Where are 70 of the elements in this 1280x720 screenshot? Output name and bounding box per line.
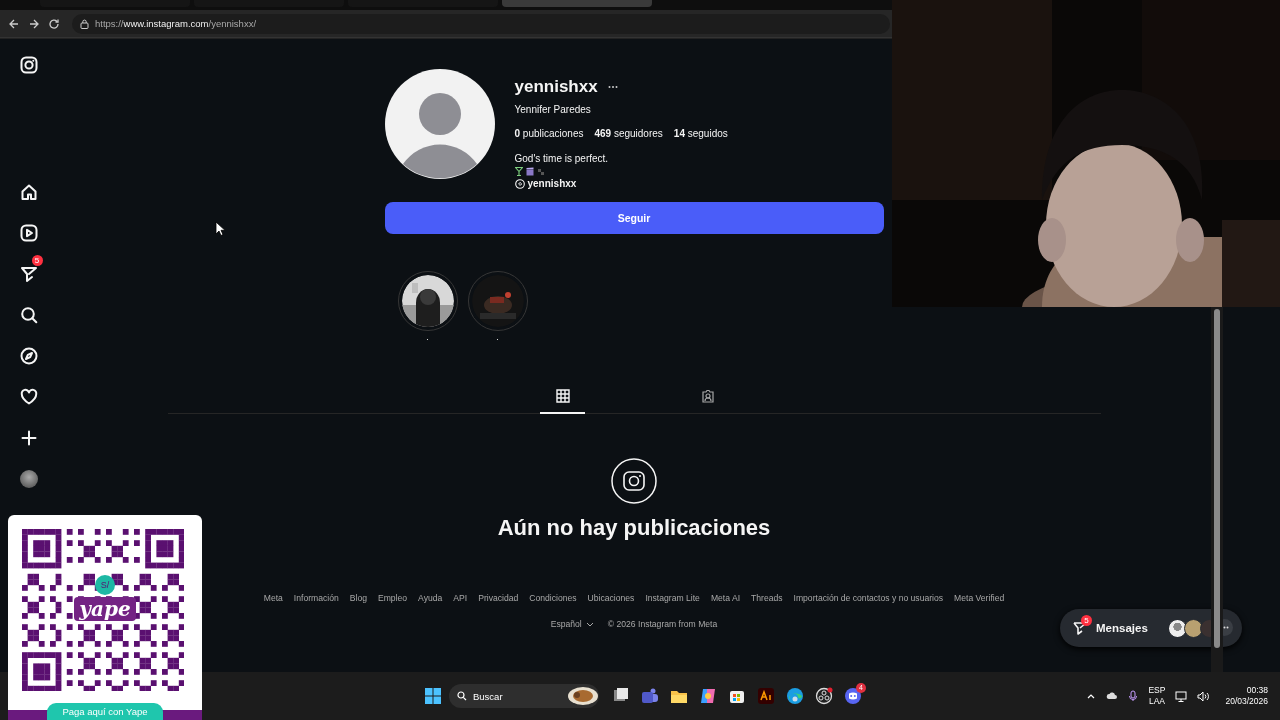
footer-link[interactable]: Ubicaciones [587,593,635,603]
payment-caption: Paga aquí con Yape [47,703,163,720]
search-icon [457,691,467,701]
grid-icon [555,389,570,403]
instagram-logo-icon[interactable] [19,56,38,74]
home-icon[interactable] [19,182,38,201]
profile-stat[interactable]: 0 publicaciones [514,128,584,139]
cursor-icon [215,221,225,236]
windows-start-icon[interactable] [424,687,442,705]
notification-badge: 5 [31,255,43,266]
highlight-title: . [496,332,499,342]
lock-icon [80,18,89,29]
avatar-placeholder-icon [384,69,495,179]
url-text: https://www.instagram.com/yennishxx/ [95,18,257,29]
avatar-image [1183,618,1203,638]
empty-state-heading: Aún no hay publicaciones [497,515,771,541]
checkered-square-icon [536,167,545,176]
messages-bar[interactable]: 5 Mensajes [1060,609,1242,647]
profile-stat[interactable]: 14 seguidos [673,128,728,139]
footer-link[interactable]: Importación de contactos y no usuarios [793,593,944,603]
food-illustration-icon [567,686,599,706]
footer-link[interactable]: Meta Verified [954,593,1005,603]
footer-link[interactable]: Meta [263,593,283,603]
search-icon[interactable] [19,305,38,324]
speaker-icon[interactable] [1197,690,1210,702]
taskbar-search[interactable]: Buscar [449,684,599,708]
cocktail-glass-icon [514,167,523,176]
footer-link[interactable]: API [453,593,468,603]
microphone-icon[interactable] [1128,690,1139,702]
forward-icon[interactable] [28,17,40,30]
footer-link[interactable]: Información [293,593,339,603]
back-icon[interactable] [8,17,20,30]
footer-link[interactable]: Empleo [377,593,408,603]
camera-icon [611,458,657,504]
tagged-person-icon [700,389,715,403]
footer-link[interactable]: Threads [751,593,783,603]
profile-avatar[interactable] [19,469,38,488]
footer-link[interactable]: Ayuda [418,593,443,603]
reload-icon[interactable] [48,17,60,30]
threads-handle[interactable]: yennishxx [527,178,577,189]
yape-logo: yape [74,597,136,621]
profile-stat[interactable]: 469 seguidores [594,128,663,139]
address-bar[interactable]: https://www.instagram.com/yennishxx/ [72,13,890,34]
heart-icon[interactable] [19,387,38,406]
input-language-indicator[interactable]: ESP LAA [1148,685,1166,707]
follow-button[interactable]: Seguir [384,202,884,234]
plus-icon[interactable] [19,428,38,447]
play-icon[interactable] [19,223,38,242]
cloud-icon[interactable] [1106,691,1119,701]
scrollbar-thumb[interactable] [1214,309,1220,648]
highlight-title: . [426,332,429,342]
footer-link[interactable]: Blog [349,593,367,603]
language-selector[interactable]: Español [550,619,594,629]
notification-badge: 5 [1081,615,1092,626]
full-name: Yennifer Paredes [514,104,592,115]
compass-icon[interactable] [19,346,38,365]
messages-label: Mensajes [1096,622,1148,634]
system-clock[interactable]: 00:38 20/03/2026 [1225,685,1268,707]
avatar-placeholder-icon [1167,618,1187,638]
footer-link[interactable]: Condiciones [529,593,577,603]
profile-username: yennishxx [514,77,598,97]
footer-link[interactable]: Meta AI [710,593,740,603]
more-options-icon[interactable] [607,85,618,89]
bio-text: God's time is perfect. [514,153,610,164]
monitor-icon[interactable] [1175,690,1188,702]
footer-link[interactable]: Privacidad [478,593,519,603]
copyright-text: © 2026 Instagram from Meta [607,619,718,629]
clapperboard-icon [525,167,534,176]
footer-link[interactable]: Instagram Lite [645,593,700,603]
chevron-down-icon [585,621,594,627]
